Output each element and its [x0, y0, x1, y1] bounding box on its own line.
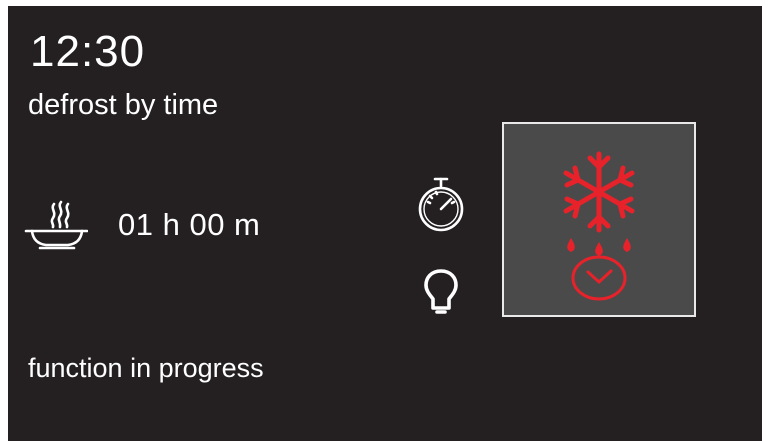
- light-bulb-icon[interactable]: [422, 268, 460, 314]
- snowflake-drops-icon: [563, 151, 635, 256]
- oven-display: 12:30 defrost by time 01 h 00 m function…: [8, 6, 762, 441]
- clock-icon: [571, 255, 627, 301]
- function-name: defrost by time: [28, 89, 219, 121]
- clock-time: 12:30: [30, 27, 146, 76]
- steaming-dish-icon: [24, 200, 88, 250]
- cooking-duration: 01 h 00 m: [118, 207, 261, 242]
- stopwatch-icon[interactable]: [416, 176, 466, 234]
- status-text: function in progress: [28, 353, 264, 383]
- defrost-function-tile[interactable]: [502, 122, 696, 317]
